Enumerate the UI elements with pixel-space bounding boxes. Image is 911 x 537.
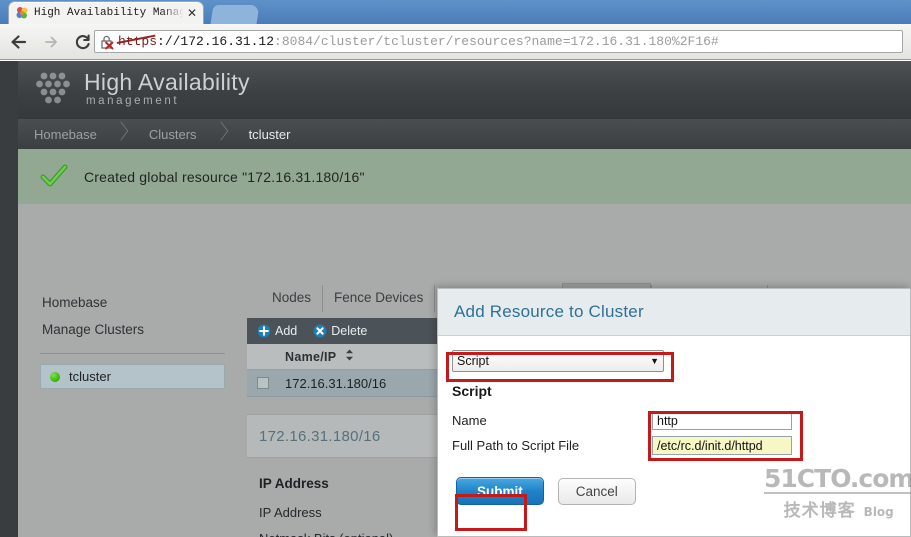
browser-tab[interactable]: High Availability Manag ✕ bbox=[8, 1, 204, 24]
watermark-sub: 技术博客 Blog bbox=[764, 496, 911, 521]
watermark: 51CTO.com 技术博客 Blog bbox=[764, 466, 911, 521]
back-button[interactable] bbox=[6, 29, 32, 55]
watermark-cn-text: 技术博客 bbox=[783, 501, 856, 520]
plus-circle-icon bbox=[257, 324, 271, 338]
app-brand-title: High Availability bbox=[84, 69, 250, 95]
forward-button[interactable] bbox=[38, 29, 64, 55]
name-field-label: Name bbox=[452, 413, 487, 428]
arrow-left-icon bbox=[11, 34, 27, 49]
sidebar-item-manage-clusters[interactable]: Manage Clusters bbox=[40, 316, 225, 343]
screenshot-root: High Availability Manag ✕ https://172.16… bbox=[0, 0, 911, 537]
arrow-right-icon bbox=[45, 36, 57, 47]
chevron-down-icon: ▼ bbox=[650, 356, 659, 366]
success-alert: Created global resource "172.16.31.180/1… bbox=[18, 149, 911, 204]
sidebar: Homebase Manage Clusters tcluster bbox=[40, 289, 225, 389]
app-brand: High Availability management bbox=[84, 69, 250, 107]
watermark-blog-text: Blog bbox=[863, 505, 894, 519]
breadcrumb-item-tcluster[interactable]: tcluster bbox=[233, 127, 307, 142]
script-path-input[interactable]: /etc/rc.d/init.d/httpd bbox=[652, 436, 792, 455]
success-alert-text: Created global resource "172.16.31.180/1… bbox=[84, 168, 365, 185]
address-bar[interactable]: https://172.16.31.12:8084/cluster/tclust… bbox=[94, 30, 903, 53]
watermark-site: 51CTO.com bbox=[764, 466, 911, 494]
sidebar-item-tcluster[interactable]: tcluster bbox=[40, 364, 225, 389]
column-header-name-ip[interactable]: Name/IP bbox=[285, 350, 336, 364]
breadcrumb-item-homebase[interactable]: Homebase bbox=[18, 127, 113, 142]
sort-arrows-icon[interactable] bbox=[345, 348, 354, 366]
page-left-rail bbox=[0, 61, 18, 537]
script-section-heading: Script bbox=[452, 383, 492, 399]
app-brand-subtitle: management bbox=[86, 95, 180, 107]
chevron-right-icon bbox=[113, 119, 133, 149]
x-circle-icon bbox=[313, 324, 327, 338]
chevron-right-icon bbox=[213, 119, 233, 149]
reload-button[interactable] bbox=[70, 29, 96, 55]
green-check-icon bbox=[40, 163, 68, 191]
dialog-title: Add Resource to Cluster bbox=[454, 302, 644, 321]
cancel-button[interactable]: Cancel bbox=[557, 477, 636, 505]
name-input[interactable]: http bbox=[652, 411, 792, 430]
breadcrumb: Homebase Clusters tcluster bbox=[18, 119, 911, 149]
close-icon[interactable]: ✕ bbox=[187, 7, 197, 19]
form-row-name: Name http bbox=[452, 408, 910, 433]
resource-detail-title: 172.16.31.180/16 bbox=[259, 427, 381, 445]
sidebar-divider bbox=[40, 353, 225, 354]
reload-icon bbox=[75, 34, 90, 49]
sidebar-item-homebase[interactable]: Homebase bbox=[40, 289, 225, 316]
tab-nodes[interactable]: Nodes bbox=[261, 285, 322, 312]
breadcrumb-item-clusters[interactable]: Clusters bbox=[133, 127, 213, 142]
url-host: 172.16.31.12 bbox=[180, 34, 275, 49]
sidebar-cluster-label: tcluster bbox=[69, 369, 111, 384]
row-name-ip: 172.16.31.180/16 bbox=[285, 375, 387, 391]
url-path: :8084/cluster/tcluster/resources?name=17… bbox=[274, 34, 719, 49]
new-tab-button[interactable] bbox=[210, 5, 260, 24]
url-separator: :// bbox=[157, 34, 181, 49]
hexagon-dots-logo-icon bbox=[30, 67, 76, 113]
url-scheme: https bbox=[118, 34, 158, 49]
app-header: High Availability management bbox=[0, 61, 911, 119]
submit-button[interactable]: Submit bbox=[456, 477, 544, 505]
status-dot-icon bbox=[50, 371, 60, 382]
form-row-script-path: Full Path to Script File /etc/rc.d/init.… bbox=[452, 433, 910, 458]
script-path-field-label: Full Path to Script File bbox=[452, 438, 580, 453]
browser-tab-strip: High Availability Manag ✕ bbox=[0, 0, 911, 24]
address-bar-url[interactable]: https://172.16.31.12:8084/cluster/tclust… bbox=[118, 34, 719, 49]
tab-fence-devices[interactable]: Fence Devices bbox=[322, 285, 434, 312]
dialog-header: Add Resource to Cluster bbox=[438, 289, 910, 336]
add-button-label: Add bbox=[275, 324, 298, 338]
broken-lock-icon[interactable] bbox=[99, 34, 115, 50]
pinwheel-favicon bbox=[15, 6, 29, 20]
delete-button-label: Delete bbox=[331, 324, 368, 338]
browser-tab-title: High Availability Manag bbox=[34, 7, 184, 19]
row-checkbox[interactable] bbox=[257, 377, 269, 389]
delete-button[interactable]: Delete bbox=[313, 324, 367, 338]
resource-type-select-value: Script bbox=[457, 354, 489, 368]
resource-type-select[interactable]: Script ▼ bbox=[452, 350, 664, 372]
add-button[interactable]: Add bbox=[257, 324, 297, 338]
